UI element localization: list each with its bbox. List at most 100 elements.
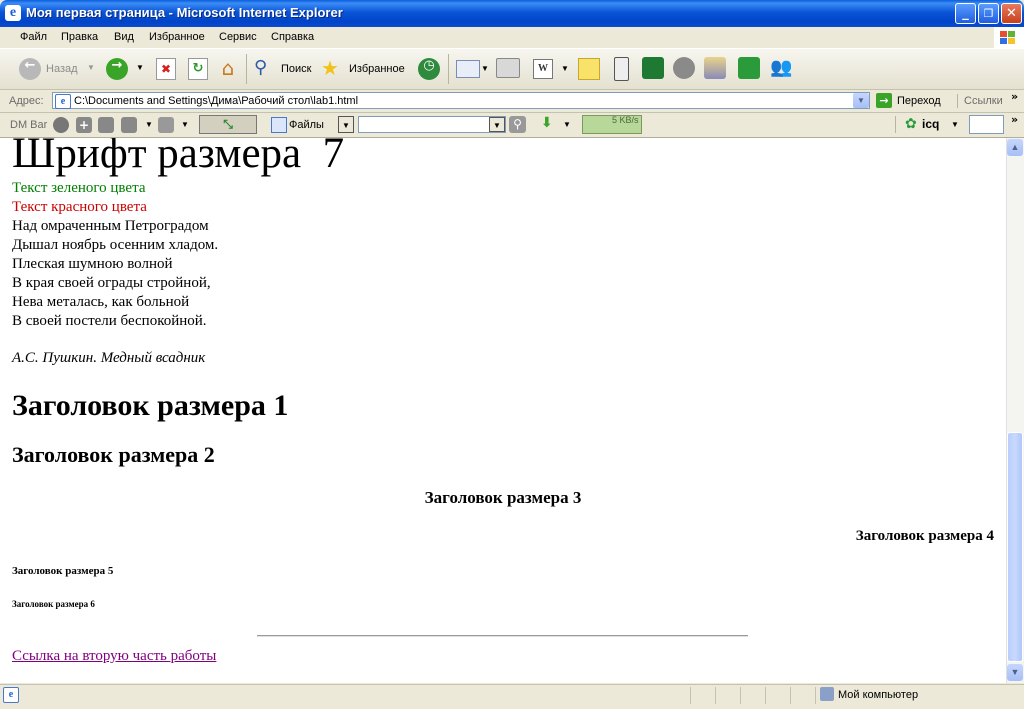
second-part-link[interactable]: Ссылка на вторую часть работы xyxy=(12,647,216,666)
favorites-star-icon[interactable]: ★ xyxy=(321,56,345,80)
attribution: А.С. Пушкин. Медный всадник xyxy=(12,350,206,366)
poem-line: Дышал ноябрь осенним хладом. xyxy=(12,237,219,253)
dm-home-icon[interactable] xyxy=(121,117,137,133)
menu-view[interactable]: Вид xyxy=(114,31,134,43)
menu-help[interactable]: Справка xyxy=(271,31,314,43)
dm-search-dropdown-icon[interactable]: ▼ xyxy=(489,117,505,132)
dm-add-icon[interactable]: + xyxy=(76,117,92,133)
back-arrow-icon[interactable]: ← xyxy=(19,58,41,80)
status-panel xyxy=(815,687,816,704)
phone-icon[interactable] xyxy=(614,57,629,81)
status-panel xyxy=(765,687,766,704)
dm-home-dropdown-icon[interactable]: ▼ xyxy=(145,120,153,129)
search-button-label[interactable]: Поиск xyxy=(281,63,311,75)
messenger-icon[interactable]: 👥 xyxy=(770,57,794,79)
status-panel xyxy=(715,687,716,704)
poem-line: Над омраченным Петроградом xyxy=(12,218,209,234)
dm-search-input[interactable] xyxy=(358,116,506,133)
address-label: Адрес: xyxy=(9,95,44,107)
status-panel xyxy=(690,687,691,704)
dm-search-icon[interactable]: ⚲ xyxy=(509,116,526,133)
status-panel xyxy=(790,687,791,704)
speed-value: 5 KB/s xyxy=(612,115,639,125)
dm-download-dropdown-icon[interactable]: ▼ xyxy=(563,120,571,129)
windows-logo-icon xyxy=(994,27,1024,48)
dm-download-status-icon[interactable]: ⤡ xyxy=(199,115,257,134)
forward-arrow-icon[interactable]: → xyxy=(106,58,128,80)
ie-icon: e xyxy=(5,5,21,21)
dmbar-label: DM Bar xyxy=(10,119,48,131)
files-label[interactable]: Файлы xyxy=(289,119,324,131)
download-shield-icon[interactable] xyxy=(673,57,695,79)
dm-settings-icon[interactable] xyxy=(158,117,174,133)
mail-dropdown-icon[interactable]: ▼ xyxy=(481,64,489,73)
green-text: Текст зеленого цвета xyxy=(12,180,146,196)
files-dropdown-icon[interactable]: ▼ xyxy=(338,116,354,133)
maximize-button[interactable]: ❐ xyxy=(978,3,999,24)
back-button-label[interactable]: Назад xyxy=(46,63,78,75)
go-button-label[interactable]: Переход xyxy=(897,95,941,107)
edit-dropdown-icon[interactable]: ▼ xyxy=(561,64,569,73)
red-text: Текст красного цвета xyxy=(12,199,147,215)
research-icon[interactable] xyxy=(704,57,726,79)
notes-icon[interactable] xyxy=(578,58,600,80)
home-icon[interactable]: ⌂ xyxy=(217,57,239,79)
links-label[interactable]: Ссылки xyxy=(964,95,1003,107)
address-separator xyxy=(957,94,958,108)
menu-tools[interactable]: Сервис xyxy=(219,31,257,43)
history-icon[interactable]: ◷ xyxy=(418,58,440,80)
scroll-up-icon[interactable]: ▲ xyxy=(1007,139,1023,156)
search-icon[interactable]: ⚲ xyxy=(254,57,278,79)
menu-file[interactable]: Файл xyxy=(20,31,47,43)
dmbar-separator xyxy=(895,116,896,133)
poem-line: Плеская шумною волной xyxy=(12,256,173,272)
page-icon: e xyxy=(55,94,71,109)
back-dropdown-icon[interactable]: ▼ xyxy=(87,63,95,72)
stop-icon[interactable]: ✖ xyxy=(156,58,176,80)
poem-line: В своей постели беспокойной. xyxy=(12,313,207,329)
icq-dropdown-icon[interactable]: ▼ xyxy=(951,120,959,129)
poem-line: В края своей ограды стройной, xyxy=(12,275,211,291)
page-content: Шрифт размера 7 Текст зеленого цвета Тек… xyxy=(0,138,1006,683)
links-chevron-icon[interactable]: » xyxy=(1011,90,1018,103)
forward-dropdown-icon[interactable]: ▼ xyxy=(136,63,144,72)
poem-line: Нева металась, как больной xyxy=(12,294,190,310)
security-zone: Мой компьютер xyxy=(838,689,919,701)
icq-input[interactable] xyxy=(969,115,1004,134)
refresh-icon[interactable]: ↻ xyxy=(188,58,208,80)
close-button[interactable]: ✕ xyxy=(1001,3,1022,24)
heading-1: Заголовок размера 1 xyxy=(12,389,289,422)
status-panel xyxy=(740,687,741,704)
print-icon[interactable] xyxy=(496,58,520,78)
menu-favorites[interactable]: Избранное xyxy=(149,31,205,43)
toolbar-separator xyxy=(448,54,449,84)
edit-word-icon[interactable]: W xyxy=(533,59,553,79)
menu-edit[interactable]: Правка xyxy=(61,31,98,43)
address-value[interactable]: C:\Documents and Settings\Дима\Рабочий с… xyxy=(74,95,358,107)
dmbar-chevron-icon[interactable]: » xyxy=(1011,113,1018,126)
toolbar-separator xyxy=(246,54,247,84)
go-arrow-icon[interactable]: → xyxy=(876,93,892,108)
scrollbar-thumb[interactable] xyxy=(1007,432,1023,662)
address-dropdown-icon[interactable]: ▼ xyxy=(853,93,869,108)
favorites-button-label[interactable]: Избранное xyxy=(349,63,405,75)
scroll-down-icon[interactable]: ▼ xyxy=(1007,664,1023,681)
minimize-button[interactable]: _ xyxy=(955,3,976,24)
icq-icon[interactable] xyxy=(738,57,760,79)
heading-2: Заголовок размера 2 xyxy=(12,442,215,467)
icq-flower-icon: ✿ xyxy=(905,116,917,132)
icq-label[interactable]: icq xyxy=(922,117,939,131)
mail-icon[interactable] xyxy=(456,60,480,78)
window-title: Моя первая страница - Microsoft Internet… xyxy=(26,5,343,20)
status-page-icon: e xyxy=(3,687,19,703)
icq-pro-icon[interactable] xyxy=(642,57,664,79)
heading-4: Заголовок размера 4 xyxy=(855,528,994,544)
dm-settings-dropdown-icon[interactable]: ▼ xyxy=(181,120,189,129)
heading-6: Заголовок размера 6 xyxy=(12,599,95,609)
dm-windows-icon[interactable] xyxy=(98,117,114,133)
heading-5: Заголовок размера 5 xyxy=(12,565,114,577)
dm-globe-icon[interactable] xyxy=(53,117,69,133)
dm-download-icon[interactable]: ⬇ xyxy=(541,115,553,131)
heading-3: Заголовок размера 3 xyxy=(424,488,582,507)
computer-icon xyxy=(820,687,834,701)
